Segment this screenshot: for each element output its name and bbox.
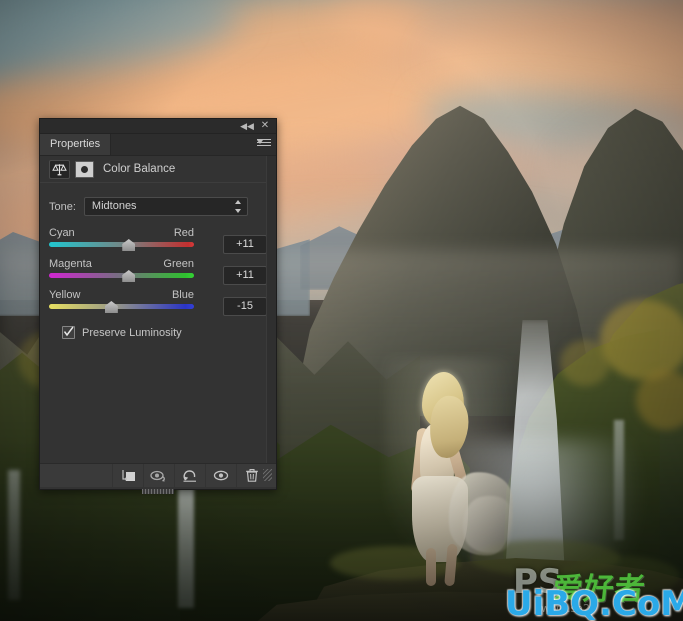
stepper-arrows-icon[interactable] <box>234 200 242 213</box>
reset-button[interactable] <box>174 464 205 487</box>
slider-handle[interactable] <box>104 301 118 313</box>
close-icon[interactable]: ✕ <box>258 120 272 132</box>
slider-track[interactable] <box>49 270 194 282</box>
tone-row: Tone: Midtones <box>49 197 276 216</box>
slider-right-label: Green <box>163 258 194 270</box>
collapse-to-icons-icon[interactable]: ◀◀ <box>240 120 254 132</box>
slider-left-label: Cyan <box>49 227 75 239</box>
adjustment-title: Color Balance <box>103 163 176 175</box>
slider-left-label: Yellow <box>49 289 81 301</box>
color-balance-icon <box>49 159 70 179</box>
slider-handle[interactable] <box>122 270 136 282</box>
slider-labels: Magenta Green <box>49 258 194 271</box>
panel-titlebar[interactable]: ◀◀ ✕ <box>40 119 276 134</box>
toggle-visibility-button[interactable] <box>205 464 236 487</box>
layer-mask-thumbnail-icon <box>75 160 94 178</box>
slider-value-magenta-green[interactable]: +11 <box>223 266 267 285</box>
tone-selected-value: Midtones <box>91 200 137 212</box>
slider-handle[interactable] <box>122 239 136 251</box>
panel-menu-icon[interactable] <box>257 139 271 150</box>
watermark-main-text: UiBQ.CoM <box>505 584 683 621</box>
panel-resize-grip[interactable] <box>263 469 272 481</box>
slider-labels: Cyan Red <box>49 227 194 240</box>
slider-value-yellow-blue[interactable]: -15 <box>223 297 267 316</box>
preserve-luminosity-row[interactable]: Preserve Luminosity <box>62 326 276 339</box>
slider-value-cyan-red[interactable]: +11 <box>223 235 267 254</box>
slider-track[interactable] <box>49 239 194 251</box>
watermark: PS 爱好者 www.sa2 UiBQ.CoM <box>497 562 683 621</box>
slider-track[interactable] <box>49 301 194 313</box>
panel-bottom-grip[interactable] <box>142 489 174 494</box>
panel-scrollbar[interactable] <box>266 156 276 463</box>
slider-labels: Yellow Blue <box>49 289 194 302</box>
slider-cyan-red: Cyan Red +11 <box>49 227 267 254</box>
footer-button-group <box>112 464 267 487</box>
tab-properties[interactable]: Properties <box>40 134 112 155</box>
tone-label: Tone: <box>49 200 76 213</box>
properties-panel[interactable]: ◀◀ ✕ Properties Color Balance Tone: Midt… <box>39 118 277 494</box>
slider-magenta-green: Magenta Green +11 <box>49 258 267 285</box>
clip-to-layer-button[interactable] <box>112 464 143 487</box>
preserve-luminosity-checkbox[interactable] <box>62 326 75 339</box>
slider-left-label: Magenta <box>49 258 92 270</box>
slider-right-label: Blue <box>171 289 194 301</box>
preserve-luminosity-label: Preserve Luminosity <box>82 326 182 339</box>
tone-select[interactable]: Midtones <box>83 197 248 216</box>
panel-tab-row: Properties <box>40 134 276 156</box>
view-previous-state-button[interactable] <box>143 464 174 487</box>
panel-body: Color Balance Tone: Midtones Cyan Red +1… <box>40 156 276 463</box>
slider-yellow-blue: Yellow Blue -15 <box>49 289 267 316</box>
slider-right-label: Red <box>173 227 194 239</box>
panel-footer <box>40 463 276 487</box>
adjustment-header: Color Balance <box>40 156 276 183</box>
